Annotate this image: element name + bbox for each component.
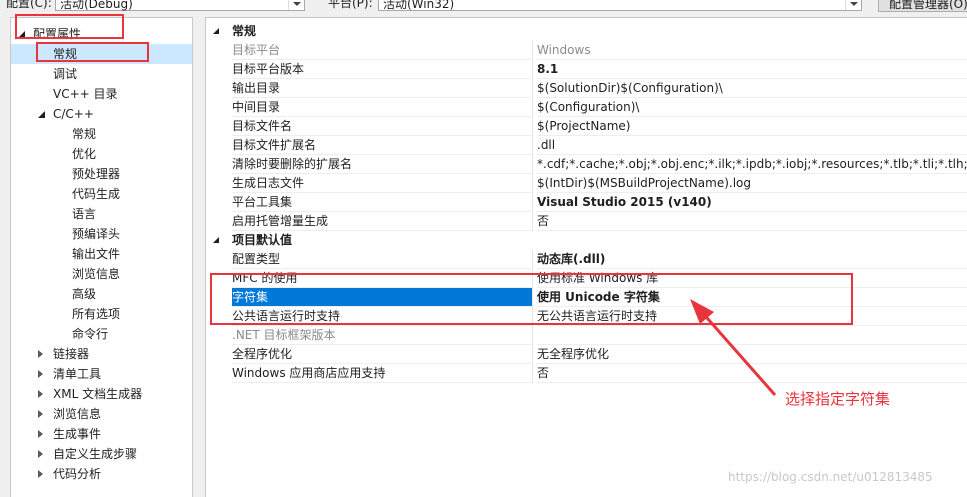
annotation-label: 选择指定字符集: [785, 390, 891, 408]
annotation-arrow-icon: [690, 299, 777, 396]
watermark: https://blog.csdn.net/u012813485: [728, 470, 933, 484]
